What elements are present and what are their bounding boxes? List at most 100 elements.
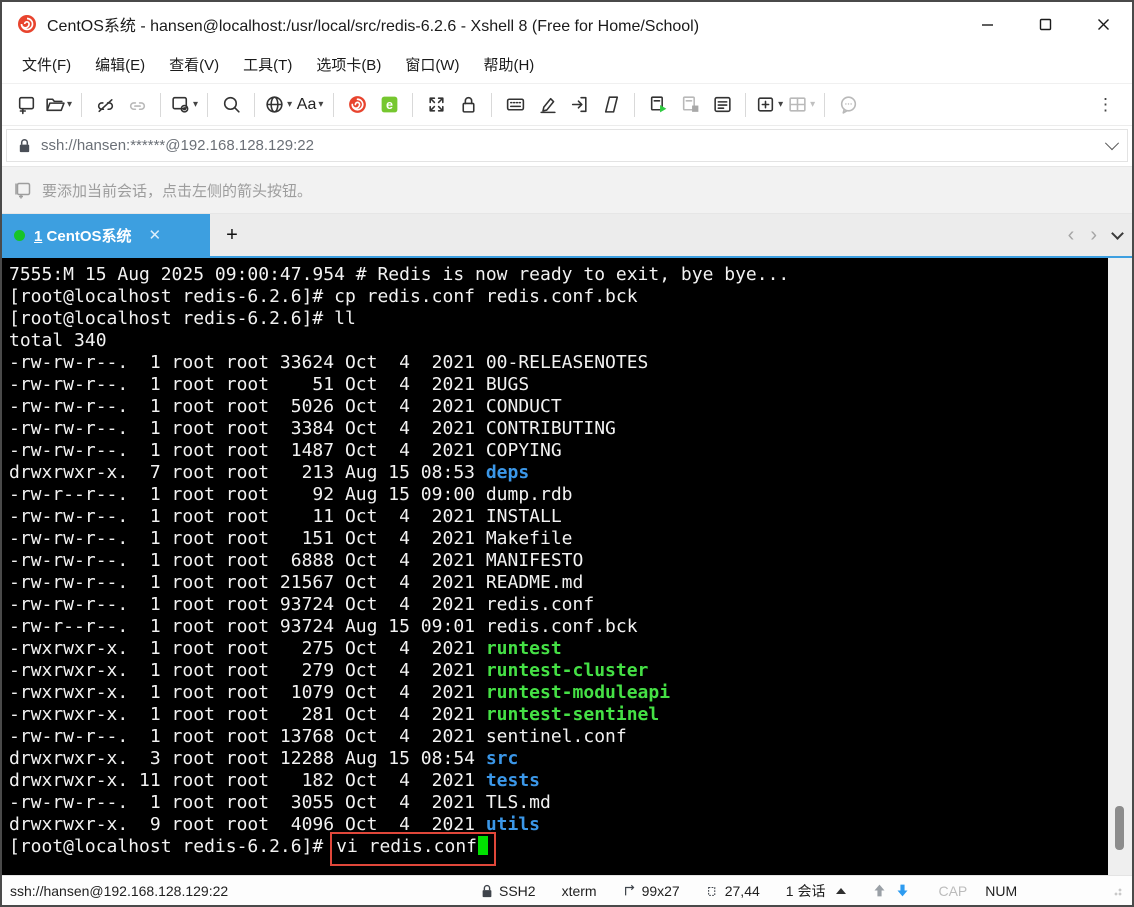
toolbar-separator: [412, 92, 414, 117]
tab-close-icon[interactable]: ✕: [149, 226, 162, 244]
terminal-line: -rw-rw-r--. 1 root root 6888 Oct 4 2021 …: [9, 550, 1108, 572]
logon-scripts-button[interactable]: [565, 90, 593, 120]
terminal-filename: runtest-moduleapi: [485, 682, 671, 703]
menu-help[interactable]: 帮助(H): [473, 49, 544, 80]
maximize-button[interactable]: [1016, 2, 1074, 46]
lock-screen-button[interactable]: [454, 90, 482, 120]
script-button[interactable]: [597, 90, 625, 120]
status-terminal-type[interactable]: xterm: [562, 883, 597, 899]
svg-text:e: e: [386, 98, 393, 112]
status-screen-size: 99x27: [623, 883, 680, 899]
scrollbar-thumb[interactable]: [1115, 806, 1124, 850]
menu-tools[interactable]: 工具(T): [233, 49, 302, 80]
xshell-window: CentOS系统 - hansen@localhost:/usr/local/s…: [0, 0, 1134, 907]
log-button[interactable]: [708, 90, 736, 120]
num-lock-indicator: NUM: [985, 882, 1018, 899]
terminal-text: -rwxrwxr-x. 1 root root 275 Oct 4 2021: [9, 638, 486, 659]
terminal-text: -rw-rw-r--. 1 root root 3384 Oct 4 2021 …: [9, 418, 616, 439]
toolbar-overflow-button[interactable]: ⋮: [1087, 95, 1124, 115]
cursor-position-icon: [707, 886, 716, 896]
download-arrow-icon[interactable]: [895, 883, 910, 898]
terminal-text: drwxrwxr-x. 7 root root 213 Aug 15 08:53: [9, 462, 486, 483]
tab-centos[interactable]: 1 CentOS系统 ✕: [2, 214, 210, 256]
resize-grip[interactable]: [1114, 885, 1124, 896]
menu-tabs[interactable]: 选项卡(B): [306, 49, 391, 80]
terminal-text: -rw-r--r--. 1 root root 92 Aug 15 09:00 …: [9, 484, 573, 505]
upload-arrow-icon[interactable]: [872, 883, 887, 898]
terminal-scrollbar[interactable]: [1108, 258, 1132, 875]
encoding-button[interactable]: ▾: [264, 90, 292, 120]
address-url[interactable]: ssh://hansen:******@192.168.128.129:22: [41, 137, 1107, 154]
new-session-button[interactable]: [12, 90, 40, 120]
window-title: CentOS系统 - hansen@localhost:/usr/local/s…: [47, 18, 700, 35]
font-button[interactable]: Aa ▾: [296, 90, 324, 120]
address-bar[interactable]: ssh://hansen:******@192.168.128.129:22: [6, 129, 1128, 162]
tab-scroll-controls: ‹ ›: [1068, 214, 1124, 256]
xftp-app-button[interactable]: e: [375, 90, 403, 120]
terminal-text: -rw-rw-r--. 1 root root 51 Oct 4 2021 BU…: [9, 374, 530, 395]
terminal-filename: src: [485, 748, 519, 769]
search-button[interactable]: [217, 90, 245, 120]
scroll-tabs-left-icon[interactable]: ‹: [1068, 225, 1075, 245]
caret-down-icon[interactable]: ▾: [287, 99, 292, 110]
minimize-button[interactable]: [958, 2, 1016, 46]
terminal-line: -rw-rw-r--. 1 root root 3055 Oct 4 2021 …: [9, 792, 1108, 814]
toolbar-separator: [207, 92, 209, 117]
terminal-line: drwxrwxr-x. 11 root root 182 Oct 4 2021 …: [9, 770, 1108, 792]
xshell-app-button[interactable]: [343, 90, 371, 120]
status-session-count[interactable]: 1 会话: [786, 881, 847, 901]
close-button[interactable]: [1074, 2, 1132, 46]
terminal-line: -rwxrwxr-x. 1 root root 279 Oct 4 2021 r…: [9, 660, 1108, 682]
tab-list-dropdown-icon[interactable]: [1111, 226, 1124, 240]
session-dropdown-icon[interactable]: [836, 887, 847, 894]
split-layout-button[interactable]: ▾: [787, 90, 815, 120]
connected-status-icon: [14, 229, 25, 241]
menu-view[interactable]: 查看(V): [159, 49, 229, 80]
scroll-tabs-right-icon[interactable]: ›: [1090, 225, 1097, 245]
menu-file[interactable]: 文件(F): [12, 49, 81, 80]
terminal-text: -rw-rw-r--. 1 root root 13768 Oct 4 2021…: [9, 726, 627, 747]
menu-window[interactable]: 窗口(W): [395, 49, 469, 80]
disconnect-button[interactable]: [91, 90, 119, 120]
window-controls: [958, 2, 1132, 46]
caret-down-icon[interactable]: ▾: [778, 99, 783, 110]
run-script-button[interactable]: [644, 90, 672, 120]
caret-down-icon[interactable]: ▾: [810, 99, 815, 110]
menu-edit[interactable]: 编辑(E): [85, 49, 155, 80]
virtual-keyboard-button[interactable]: [501, 90, 529, 120]
terminal-line: [root@localhost redis-6.2.6]# vi redis.c…: [9, 832, 1108, 866]
toolbar-separator: [491, 92, 493, 117]
tab-label: 1 CentOS系统: [34, 227, 132, 245]
open-session-button[interactable]: ▾: [44, 90, 72, 120]
terminal-text: vi redis.conf: [336, 836, 477, 857]
menu-bar: 文件(F) 编辑(E) 查看(V) 工具(T) 选项卡(B) 窗口(W) 帮助(…: [2, 46, 1132, 84]
highlight-button[interactable]: [533, 90, 561, 120]
caret-down-icon[interactable]: ▾: [193, 99, 198, 110]
reconnect-button[interactable]: [123, 90, 151, 120]
tab-bar: 1 CentOS系统 ✕ + ‹ ›: [2, 214, 1132, 258]
caret-down-icon[interactable]: ▾: [318, 99, 323, 110]
terminal-line: -rw-rw-r--. 1 root root 11 Oct 4 2021 IN…: [9, 506, 1108, 528]
stop-script-button[interactable]: [676, 90, 704, 120]
address-dropdown-icon[interactable]: [1104, 135, 1120, 150]
terminal-line: -rw-rw-r--. 1 root root 151 Oct 4 2021 M…: [9, 528, 1108, 550]
fullscreen-button[interactable]: [422, 90, 450, 120]
terminal-filename: tests: [485, 770, 541, 791]
toolbar-separator: [254, 92, 256, 117]
toolbar-separator: [824, 92, 826, 117]
session-properties-button[interactable]: ▾: [170, 90, 198, 120]
add-session-icon: [15, 182, 31, 199]
terminal-output[interactable]: 7555:M 15 Aug 2025 09:00:47.954 # Redis …: [2, 258, 1108, 875]
toolbar-separator: [745, 92, 747, 117]
terminal-line: total 340: [9, 330, 1108, 352]
ssh-lock-icon: [482, 884, 492, 897]
terminal-line: -rw-rw-r--. 1 root root 3384 Oct 4 2021 …: [9, 418, 1108, 440]
terminal-text: -rw-rw-r--. 1 root root 1487 Oct 4 2021 …: [9, 440, 562, 461]
caret-down-icon[interactable]: ▾: [67, 99, 72, 110]
terminal-line: 7555:M 15 Aug 2025 09:00:47.954 # Redis …: [9, 264, 1108, 286]
chat-button[interactable]: [834, 90, 862, 120]
new-terminal-button[interactable]: ▾: [755, 90, 783, 120]
new-tab-button[interactable]: +: [210, 214, 254, 256]
terminal-line: -rwxrwxr-x. 1 root root 281 Oct 4 2021 r…: [9, 704, 1108, 726]
terminal-line: drwxrwxr-x. 7 root root 213 Aug 15 08:53…: [9, 462, 1108, 484]
